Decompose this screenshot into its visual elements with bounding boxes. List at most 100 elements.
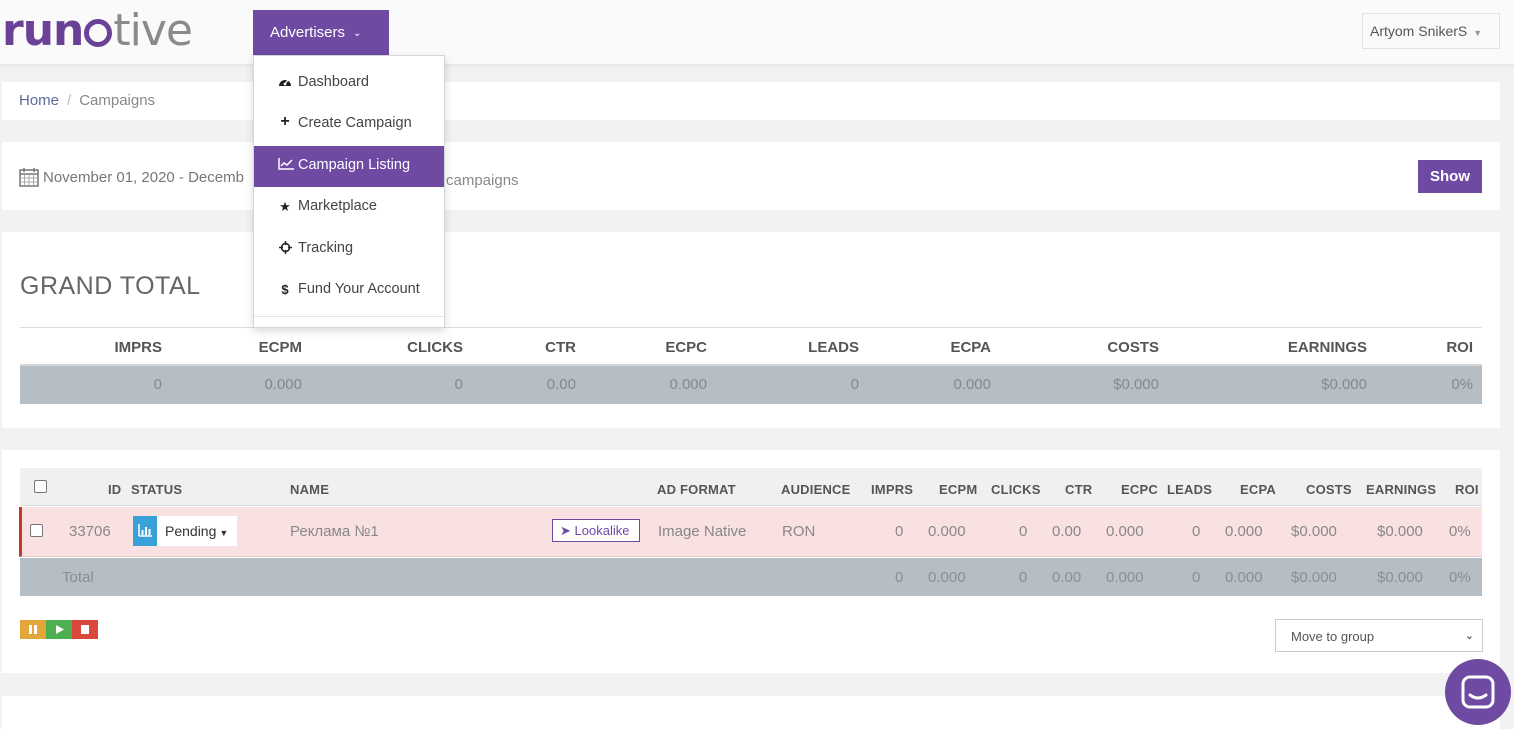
select-all-checkbox[interactable]	[34, 480, 47, 493]
caret-down-icon: ▼	[219, 528, 229, 538]
row-roi: 0%	[1449, 523, 1471, 540]
move-to-group-select[interactable]: Move to group ⌄	[1275, 619, 1483, 652]
move-to-group-label: Move to group	[1291, 629, 1375, 644]
menu-item-fund-your-account[interactable]: $ Fund Your Account	[254, 270, 444, 311]
gt-header-clicks[interactable]: CLICKS	[407, 339, 463, 356]
advertisers-dropdown-menu: Dashboard + Create Campaign Campaign Lis…	[253, 55, 445, 328]
header-costs[interactable]: COSTS	[1306, 482, 1352, 497]
total-imprs: 0	[895, 569, 904, 586]
campaign-name[interactable]: Реклама №1	[290, 523, 379, 540]
grand-total-values-row: 0 0.000 0 0.00 0.000 0 0.000 $0.000 $0.0…	[20, 366, 1482, 404]
header-clicks[interactable]: CLICKS	[991, 482, 1041, 497]
header-imprs[interactable]: IMPRS	[871, 482, 913, 497]
total-earnings: $0.000	[1377, 569, 1423, 586]
gt-header-ecpa[interactable]: ECPA	[950, 339, 991, 356]
header-leads[interactable]: LEADS	[1167, 482, 1212, 497]
header-ecpc[interactable]: ECPC	[1121, 482, 1158, 497]
gt-header-leads[interactable]: LEADS	[808, 339, 859, 356]
menu-item-campaign-listing-label: Campaign Listing	[298, 157, 411, 173]
advertisers-menu-button[interactable]: Advertisers ⌄	[253, 10, 389, 55]
campaign-row[interactable]: 33706 Pending ▼ Реклама №1 ➤ Lookalike Im…	[19, 507, 1482, 557]
header-ecpa[interactable]: ECPA	[1240, 482, 1276, 497]
status-label: Pending	[165, 523, 217, 539]
pause-button[interactable]	[20, 620, 46, 639]
menu-item-marketplace[interactable]: ★ Marketplace	[254, 187, 444, 228]
advertisers-label: Advertisers	[270, 24, 346, 41]
gt-header-roi[interactable]: ROI	[1446, 339, 1473, 356]
gt-header-ctr[interactable]: CTR	[545, 339, 576, 356]
breadcrumb-current: Campaigns	[79, 92, 156, 109]
dashboard-icon	[278, 75, 292, 91]
header-name[interactable]: NAME	[290, 482, 329, 497]
total-ctr: 0.00	[1052, 569, 1082, 586]
header-audience[interactable]: AUDIENCE	[781, 482, 851, 497]
chevron-down-icon: ⌄	[353, 28, 362, 39]
stats-icon[interactable]	[133, 516, 157, 546]
total-ecpm: 0.000	[928, 569, 966, 586]
row-ecpa: 0.000	[1225, 523, 1263, 540]
header-roi[interactable]: ROI	[1455, 482, 1479, 497]
gt-header-earnings[interactable]: EARNINGS	[1288, 339, 1367, 356]
runative-logo[interactable]: run tive	[2, 5, 193, 56]
row-imprs: 0	[895, 523, 904, 540]
line-chart-icon	[278, 158, 294, 174]
header-status[interactable]: STATUS	[131, 482, 182, 497]
campaign-total-row: Total 0 0.000 0 0.00 0.000 0 0.000 $0.00…	[20, 558, 1482, 596]
gt-value-earnings: $0.000	[1321, 376, 1367, 393]
row-leads: 0	[1192, 523, 1201, 540]
dollar-icon: $	[281, 282, 289, 297]
breadcrumb-home-link[interactable]: Home	[19, 92, 59, 109]
logo-run-text: run	[2, 5, 84, 56]
row-earnings: $0.000	[1377, 523, 1423, 540]
row-ctr: 0.00	[1052, 523, 1082, 540]
filter-panel: November 01, 2020 - Decemb campaigns Sho…	[2, 142, 1500, 210]
audience: RON	[782, 523, 816, 540]
total-leads: 0	[1192, 569, 1201, 586]
stop-button[interactable]	[72, 620, 98, 639]
breadcrumb-separator: /	[67, 92, 72, 109]
gt-header-imprs[interactable]: IMPRS	[114, 339, 162, 356]
gt-value-ecpm: 0.000	[264, 376, 302, 393]
menu-item-dashboard[interactable]: Dashboard	[254, 63, 444, 104]
total-ecpc: 0.000	[1106, 569, 1144, 586]
menu-item-tracking[interactable]: Tracking	[254, 229, 444, 270]
campaigns-filter-text[interactable]: campaigns	[446, 172, 519, 189]
gt-value-imprs: 0	[153, 376, 162, 393]
grand-total-header-row: IMPRS ECPM CLICKS CTR ECPC LEADS ECPA CO…	[20, 328, 1482, 366]
total-ecpa: 0.000	[1225, 569, 1263, 586]
user-menu-button[interactable]: Artyom SnikerS ▼	[1362, 13, 1500, 49]
top-navbar: run tive Advertisers ⌄ Artyom SnikerS ▼	[0, 0, 1514, 65]
header-id[interactable]: ID	[108, 482, 121, 497]
total-roi: 0%	[1449, 569, 1471, 586]
play-button[interactable]	[46, 620, 72, 639]
play-icon	[56, 625, 64, 634]
menu-item-campaign-listing[interactable]: Campaign Listing	[254, 146, 444, 187]
campaign-list-panel: ID STATUS NAME AD FORMAT AUDIENCE IMPRS …	[2, 450, 1500, 673]
gt-value-leads: 0	[850, 376, 859, 393]
gt-header-costs[interactable]: COSTS	[1107, 339, 1159, 356]
chat-launcher-button[interactable]	[1445, 659, 1511, 725]
gt-header-ecpm[interactable]: ECPM	[259, 339, 302, 356]
header-ecpm[interactable]: ECPM	[939, 482, 977, 497]
menu-item-dashboard-label: Dashboard	[298, 74, 369, 90]
date-range-picker[interactable]: November 01, 2020 - Decemb	[43, 169, 244, 186]
plus-icon: +	[280, 113, 290, 130]
chevron-down-icon: ⌄	[1464, 630, 1474, 642]
show-button[interactable]: Show	[1418, 160, 1482, 193]
calendar-icon[interactable]	[19, 167, 39, 187]
gt-header-ecpc[interactable]: ECPC	[665, 339, 707, 356]
header-earnings[interactable]: EARNINGS	[1366, 482, 1436, 497]
gt-value-ecpa: 0.000	[953, 376, 991, 393]
header-ad-format[interactable]: AD FORMAT	[657, 482, 736, 497]
menu-item-marketplace-label: Marketplace	[298, 198, 377, 214]
lookalike-badge[interactable]: ➤ Lookalike	[552, 519, 640, 542]
gt-value-ctr: 0.00	[546, 376, 576, 393]
header-ctr[interactable]: CTR	[1065, 482, 1092, 497]
menu-item-create-campaign-label: Create Campaign	[298, 115, 412, 131]
row-checkbox[interactable]	[30, 524, 43, 537]
total-costs: $0.000	[1291, 569, 1337, 586]
row-costs: $0.000	[1291, 523, 1337, 540]
status-dropdown[interactable]: Pending ▼	[157, 516, 237, 546]
menu-item-create-campaign[interactable]: + Create Campaign	[254, 104, 444, 145]
grand-total-title: GRAND TOTAL	[20, 272, 201, 300]
